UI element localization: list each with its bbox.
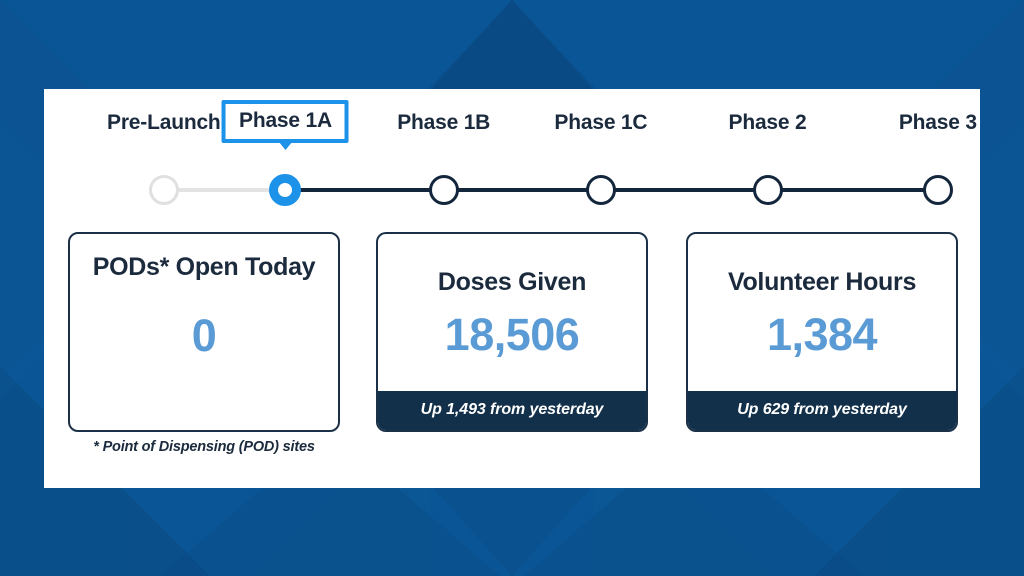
stat-card-volunteer-hours: Volunteer Hours 1,384 Up 629 from yester… [686, 232, 958, 432]
stat-card-pods-open-today: PODs* Open Today 0 [68, 232, 340, 432]
card-value: 0 [191, 309, 217, 361]
card-title: PODs* Open Today [92, 253, 316, 281]
card-body: PODs* Open Today 0 [70, 234, 338, 430]
phase-label-text: Phase 1A [239, 109, 332, 132]
card-delta-footer: Up 1,493 from yesterday [378, 391, 646, 430]
phase-label-phase-2[interactable]: Phase 2 [729, 111, 807, 135]
phase-label-phase-1c[interactable]: Phase 1C [554, 111, 647, 135]
card-body: Doses Given 18,506 [378, 234, 646, 391]
card-title: Doses Given [437, 268, 587, 297]
phase-dot-phase-1a-current[interactable] [269, 174, 302, 206]
phase-dot-phase-1c[interactable] [585, 175, 616, 205]
phase-dot-phase-2[interactable] [752, 175, 783, 205]
phase-label-phase-3[interactable]: Phase 3 [899, 111, 977, 135]
phase-label-pre-launch[interactable]: Pre-Launch [107, 111, 221, 135]
phase-dot-pre-launch[interactable] [148, 175, 179, 205]
card-value: 1,384 [766, 308, 878, 360]
card-value: 18,506 [444, 308, 580, 360]
pods-footnote: * Point of Dispensing (POD) sites [93, 439, 315, 455]
stat-card-group: PODs* Open Today 0 * Point of Dispensing… [68, 232, 958, 482]
stat-card-doses-given: Doses Given 18,506 Up 1,493 from yesterd… [376, 232, 648, 432]
phase-timeline: Pre-Launch Phase 1A Phase 1B Phase 1C Ph… [44, 89, 980, 214]
card-title: Volunteer Hours [727, 268, 917, 297]
card-body: Volunteer Hours 1,384 [688, 234, 956, 391]
phase-label-phase-1b[interactable]: Phase 1B [397, 111, 490, 135]
phase-dot-phase-1b[interactable] [428, 175, 459, 205]
track-segment-inactive [163, 188, 286, 192]
card-delta-footer: Up 629 from yesterday [688, 391, 956, 430]
phase-label-phase-1a-active[interactable]: Phase 1A [222, 100, 349, 150]
phase-dot-phase-3[interactable] [922, 175, 953, 205]
dashboard-panel: Pre-Launch Phase 1A Phase 1B Phase 1C Ph… [44, 89, 980, 488]
phase-track [44, 174, 980, 206]
callout-pointer-icon [276, 139, 295, 150]
